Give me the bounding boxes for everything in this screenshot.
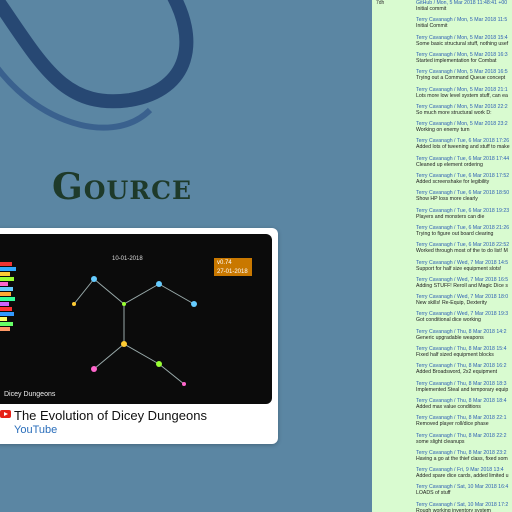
commit-message: Rough working inventory system xyxy=(416,507,491,512)
commit-message: Added lots of tweening and stuff to make xyxy=(416,144,510,151)
commit-message: Implemented Steal and temporary equip xyxy=(416,386,509,393)
commit-entry[interactable]: Terry Cavanagh / Mon, 5 Mar 2018 21:1 Lot… xyxy=(416,87,512,99)
commit-message: Fixed half sized equipment blocks xyxy=(416,352,494,358)
commit-message: Having a go at the thief class, fixed so… xyxy=(416,455,508,462)
commit-message: Initial commit xyxy=(416,6,447,12)
commit-meta[interactable]: Terry Cavanagh / Mon, 5 Mar 2018 16:3 xyxy=(416,52,512,58)
commit-message: some slight cleanups xyxy=(416,438,465,445)
commit-entry[interactable]: Terry Cavanagh / Sat, 10 Mar 2018 17:2 Ro… xyxy=(416,502,512,512)
commit-message: Added screenshake for legibility xyxy=(416,179,490,185)
commit-message: Trying out a Command Queue concept xyxy=(416,75,506,82)
commit-meta[interactable]: Terry Cavanagh / Tue, 6 Mar 2018 21:26 xyxy=(416,225,512,231)
commit-entry[interactable]: Terry Cavanagh / Tue, 6 Mar 2018 18:50 Sh… xyxy=(416,190,512,202)
commit-entry[interactable]: Terry Cavanagh / Fri, 9 Mar 2018 13:4 Add… xyxy=(416,467,512,479)
commit-message: Cleaned up element ordering xyxy=(416,161,483,168)
video-source-link[interactable]: YouTube xyxy=(14,424,57,436)
commit-meta[interactable]: Terry Cavanagh / Sat, 10 Mar 2018 17:2 xyxy=(416,502,512,508)
commit-entry[interactable]: Terry Cavanagh / Thu, 8 Mar 2018 18:3 Imp… xyxy=(416,381,512,393)
commit-message: Added max value conditions xyxy=(416,403,481,410)
video-title-link[interactable]: The Evolution of Dicey Dungeons xyxy=(14,408,207,423)
commit-message: Generic upgradable weapons xyxy=(416,334,484,341)
commit-message: Support for half size equipment slots! xyxy=(416,265,502,272)
commit-meta[interactable]: Terry Cavanagh / Mon, 5 Mar 2018 15:4 xyxy=(416,35,512,41)
commit-entry[interactable]: Terry Cavanagh / Mon, 5 Mar 2018 23:2 Wor… xyxy=(416,121,512,133)
page-title: Gource xyxy=(52,166,193,208)
commit-message: So much more structural work D: xyxy=(416,109,492,116)
background-area: Gource 10-01-2018 v0.74 27-01-2018 Dicey… xyxy=(0,0,372,512)
commit-entry[interactable]: Terry Cavanagh / Mon, 5 Mar 2018 16:3 Sta… xyxy=(416,52,512,64)
commit-entry[interactable]: Terry Cavanagh / Thu, 8 Mar 2018 14:2 Gen… xyxy=(416,329,512,341)
commit-message: Show HP loss more clearly xyxy=(416,196,478,203)
commit-entry[interactable]: Terry Cavanagh / Tue, 6 Mar 2018 17:26 Ad… xyxy=(416,138,512,150)
commit-meta[interactable]: Terry Cavanagh / Thu, 8 Mar 2018 23:2 xyxy=(416,450,512,456)
commit-entry[interactable]: Terry Cavanagh / Thu, 8 Mar 2018 22:1 Rem… xyxy=(416,415,512,427)
commit-meta[interactable]: Terry Cavanagh / Wed, 7 Mar 2018 14:5 xyxy=(416,260,512,266)
commit-meta[interactable]: Terry Cavanagh / Tue, 6 Mar 2018 17:44 xyxy=(416,156,512,162)
video-thumbnail[interactable]: 10-01-2018 v0.74 27-01-2018 Dicey Dungeo… xyxy=(0,234,272,404)
commit-message: Started implementation for Combat xyxy=(416,57,497,64)
commit-entry[interactable]: Terry Cavanagh / Tue, 6 Mar 2018 22:52 Wo… xyxy=(416,242,512,254)
commit-message: Trying to figure out board clearing xyxy=(416,230,494,237)
commit-message: Removed player roll/dice phase xyxy=(416,421,489,428)
commit-meta[interactable]: Terry Cavanagh / Mon, 5 Mar 2018 21:1 xyxy=(416,87,512,93)
commit-message: LOADS of stuff xyxy=(416,490,451,497)
thumbnail-badge: v0.74 27-01-2018 xyxy=(214,258,252,276)
commit-message: Added Broadsword, 2x2 equipment xyxy=(416,369,498,376)
commit-entry[interactable]: Terry Cavanagh / Wed, 7 Mar 2018 18:0 New… xyxy=(416,294,512,306)
commit-meta[interactable]: Terry Cavanagh / Mon, 5 Mar 2018 22:2 xyxy=(416,104,512,110)
commit-entry[interactable]: Terry Cavanagh / Sat, 10 Mar 2018 16:4 LO… xyxy=(416,484,512,496)
commit-entry[interactable]: Terry Cavanagh / Thu, 8 Mar 2018 15:4 Fix… xyxy=(416,346,512,358)
commit-message: New skills! Re-Equip, Dexterity xyxy=(416,300,487,307)
commit-entry[interactable]: Terry Cavanagh / Thu, 8 Mar 2018 18:4 Add… xyxy=(416,398,512,410)
commit-message: Players and monsters can die xyxy=(416,213,485,220)
commit-meta[interactable]: Terry Cavanagh / Tue, 6 Mar 2018 19:23 xyxy=(416,208,512,214)
commit-meta[interactable]: Terry Cavanagh / Thu, 8 Mar 2018 18:3 xyxy=(416,381,512,387)
commit-entry[interactable]: Terry Cavanagh / Tue, 6 Mar 2018 19:23 Pl… xyxy=(416,208,512,220)
video-card[interactable]: 10-01-2018 v0.74 27-01-2018 Dicey Dungeo… xyxy=(0,228,278,444)
commit-entry[interactable]: Terry Cavanagh / Tue, 6 Mar 2018 17:52 Ad… xyxy=(416,173,512,185)
commit-entry[interactable]: Terry Cavanagh / Thu, 8 Mar 2018 22:2 som… xyxy=(416,433,512,445)
commit-entry[interactable]: Terry Cavanagh / Tue, 6 Mar 2018 17:44 Cl… xyxy=(416,156,512,168)
commit-message: Adding STUFF! Reroll and Magic Dice s xyxy=(416,282,508,289)
thumbnail-date: 10-01-2018 xyxy=(112,256,143,262)
commit-entry[interactable]: Terry Cavanagh / Wed, 7 Mar 2018 14:5 Sup… xyxy=(416,260,512,272)
commit-hash: 7dh xyxy=(376,0,385,6)
badge-top: v0.74 xyxy=(217,260,232,266)
commit-entry[interactable]: Terry Cavanagh / Thu, 8 Mar 2018 16:2 Add… xyxy=(416,363,512,375)
commit-entry[interactable]: Terry Cavanagh / Thu, 8 Mar 2018 23:2 Hav… xyxy=(416,450,512,462)
commit-message: Added spare dice cards, added limited u xyxy=(416,473,509,480)
commit-message: Working on enemy turn xyxy=(416,127,470,134)
commit-entry[interactable]: GitHub / Mon, 5 Mar 2018 11:48:41 +00 Ini… xyxy=(416,0,512,12)
commit-entry[interactable]: Terry Cavanagh / Mon, 5 Mar 2018 16:5 Try… xyxy=(416,69,512,81)
commit-entry[interactable]: Terry Cavanagh / Wed, 7 Mar 2018 16:5 Add… xyxy=(416,277,512,289)
thumbnail-caption: Dicey Dungeons xyxy=(4,391,56,398)
commit-entry[interactable]: Terry Cavanagh / Wed, 7 Mar 2018 19:3 Got… xyxy=(416,311,512,323)
commit-entry[interactable]: Terry Cavanagh / Mon, 5 Mar 2018 11:5 Ini… xyxy=(416,17,512,29)
youtube-icon xyxy=(0,410,11,418)
commit-message: Some basic structural stuff, nothing use… xyxy=(416,40,509,47)
commit-log-panel[interactable]: 7dh GitHub / Mon, 5 Mar 2018 11:48:41 +0… xyxy=(372,0,512,512)
commit-meta[interactable]: Terry Cavanagh / Thu, 8 Mar 2018 18:4 xyxy=(416,398,512,404)
commit-meta[interactable]: Terry Cavanagh / Wed, 7 Mar 2018 16:5 xyxy=(416,277,512,283)
commit-meta[interactable]: Terry Cavanagh / Thu, 8 Mar 2018 14:2 xyxy=(416,329,512,335)
commit-entry[interactable]: Terry Cavanagh / Mon, 5 Mar 2018 22:2 So … xyxy=(416,104,512,116)
commit-message: Lots more low level system stuff, can ea xyxy=(416,92,508,99)
commit-message: Initial Commit xyxy=(416,23,448,30)
commit-meta[interactable]: Terry Cavanagh / Thu, 8 Mar 2018 22:2 xyxy=(416,433,512,439)
commit-message: Worked through most of the to do list! M xyxy=(416,248,508,255)
commit-entry[interactable]: Terry Cavanagh / Tue, 6 Mar 2018 21:26 Tr… xyxy=(416,225,512,237)
commit-entry[interactable]: Terry Cavanagh / Mon, 5 Mar 2018 15:4 Som… xyxy=(416,35,512,47)
badge-bottom: 27-01-2018 xyxy=(217,269,248,275)
commit-message: Got conditional dice working xyxy=(416,317,481,324)
